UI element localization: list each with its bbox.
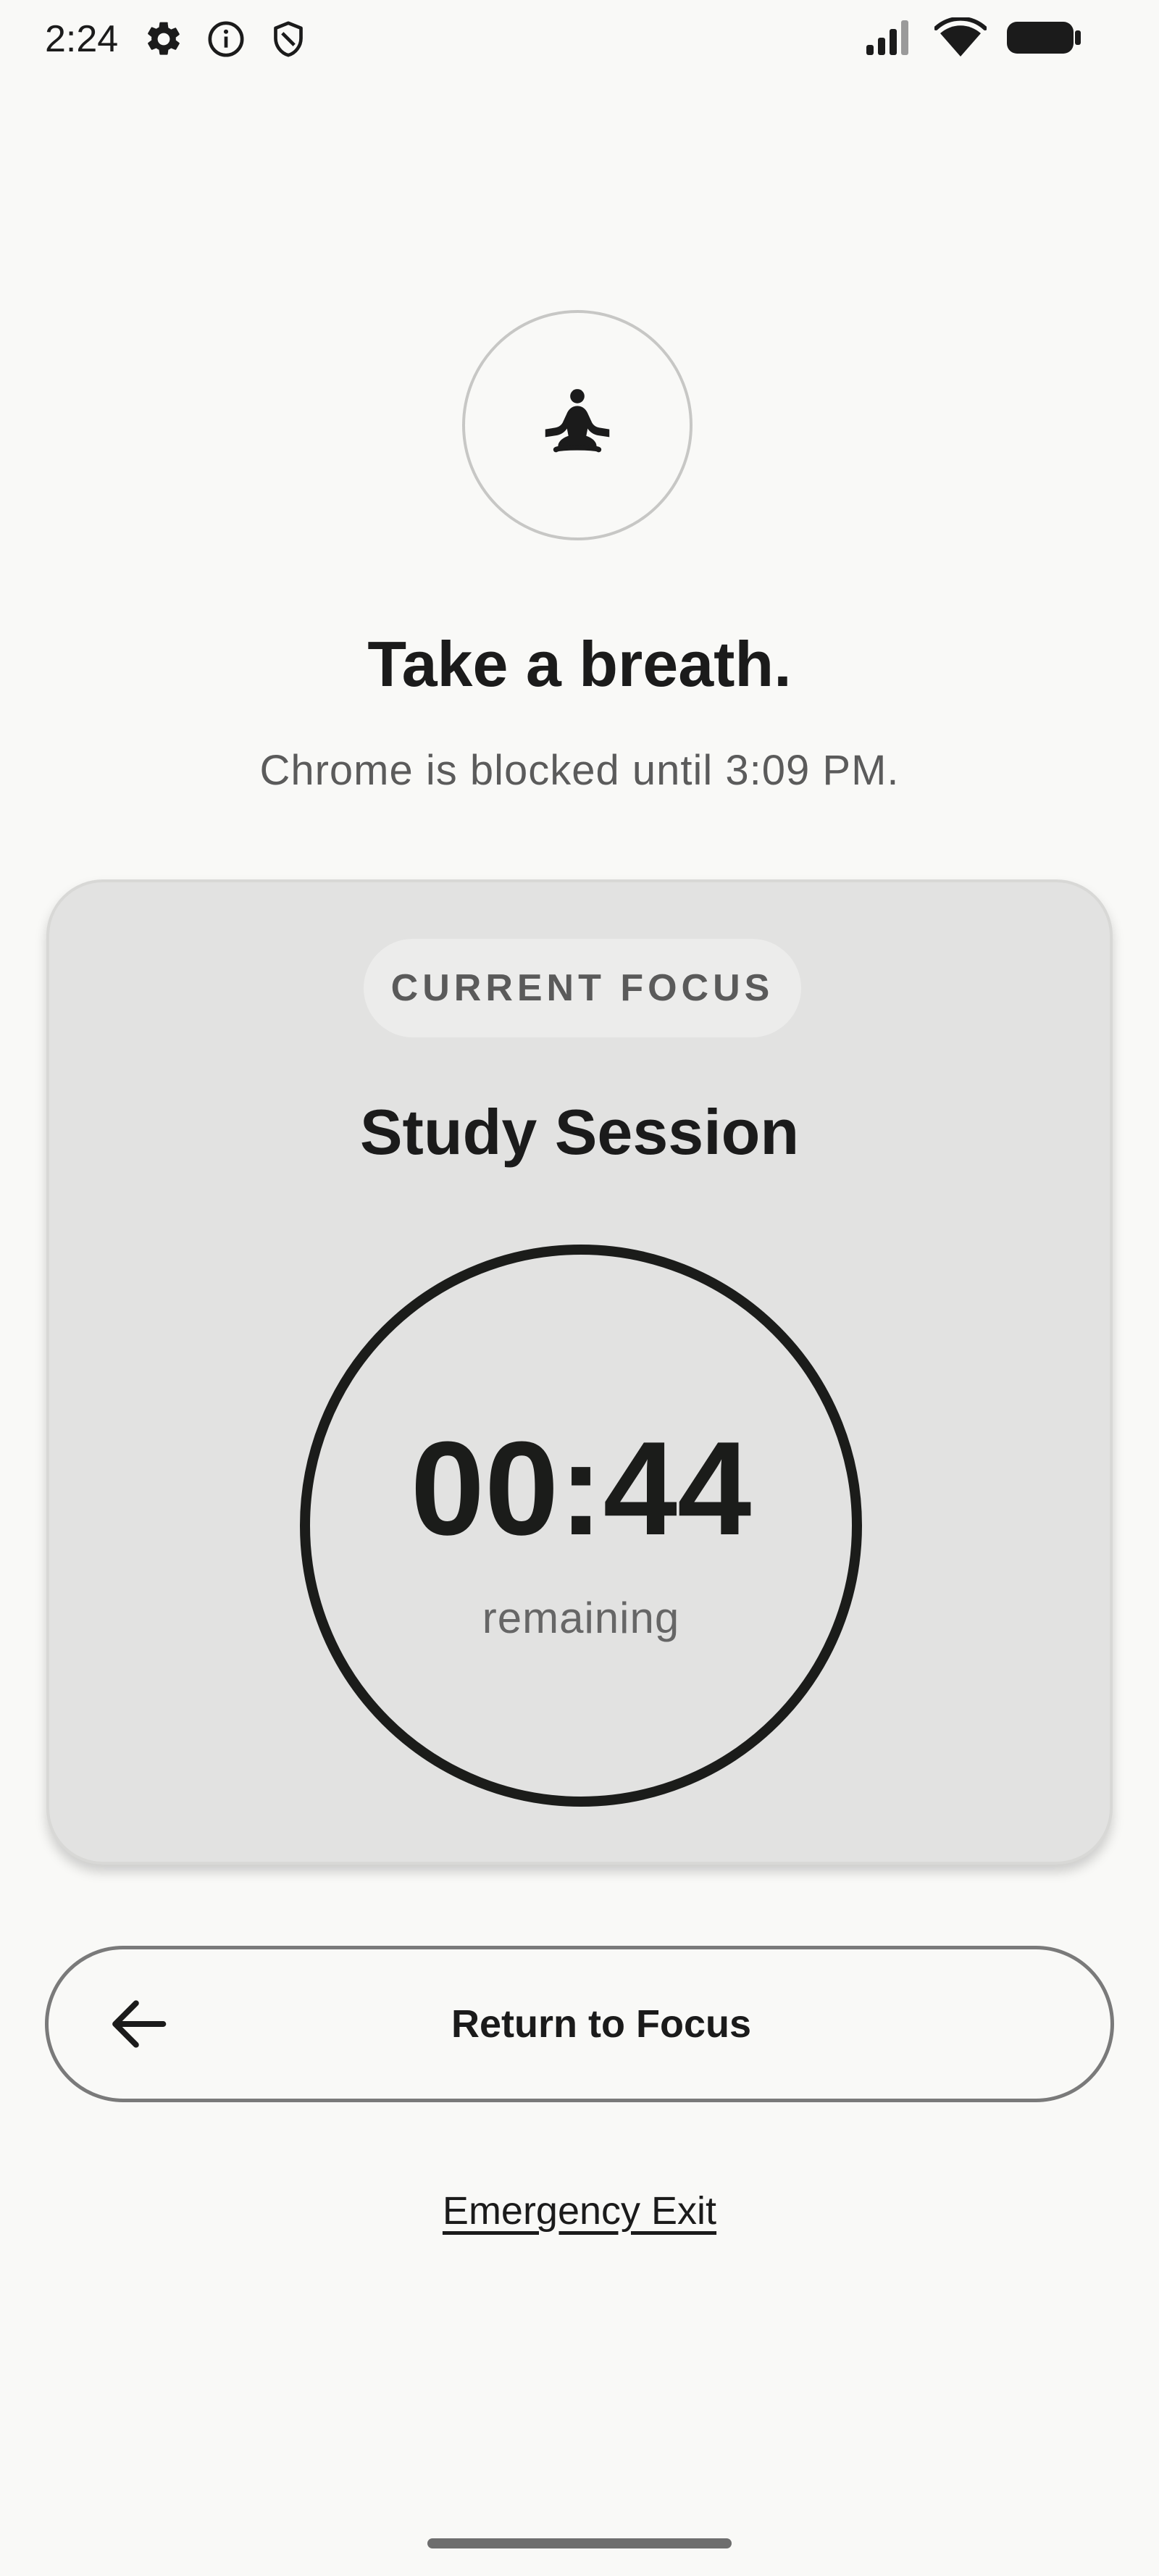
home-indicator[interactable]	[427, 2538, 732, 2548]
status-left-icons	[143, 19, 309, 59]
status-time: 2:24	[45, 18, 119, 60]
wifi-icon	[934, 16, 987, 62]
info-icon	[206, 19, 246, 59]
current-focus-chip: CURRENT FOCUS	[364, 939, 801, 1037]
cellular-signal-icon	[863, 19, 916, 60]
shield-icon	[268, 19, 309, 59]
timer-value: 00:44	[410, 1413, 752, 1563]
block-message: Chrome is blocked until 3:09 PM.	[259, 747, 900, 794]
settings-icon	[143, 19, 184, 59]
session-name: Study Session	[359, 1096, 800, 1168]
page-title: Take a breath.	[367, 628, 792, 700]
current-focus-card: CURRENT FOCUS Study Session 00:44 remain…	[46, 879, 1113, 1865]
emergency-exit-link[interactable]: Emergency Exit	[0, 2183, 1159, 2238]
hero-icon-circle	[462, 310, 693, 540]
battery-icon	[1005, 19, 1082, 60]
focus-block-screen: 2:24 Take a breath. Chrome is blocked un…	[0, 0, 1159, 2576]
timer-ring: 00:44 remaining	[300, 1245, 862, 1807]
timer-label: remaining	[482, 1594, 680, 1642]
return-to-focus-label: Return to Focus	[451, 2002, 751, 2046]
return-to-focus-button[interactable]: Return to Focus	[45, 1946, 1114, 2102]
status-right-icons	[863, 16, 1082, 62]
status-bar: 2:24	[0, 0, 1159, 80]
meditation-icon	[535, 381, 620, 470]
